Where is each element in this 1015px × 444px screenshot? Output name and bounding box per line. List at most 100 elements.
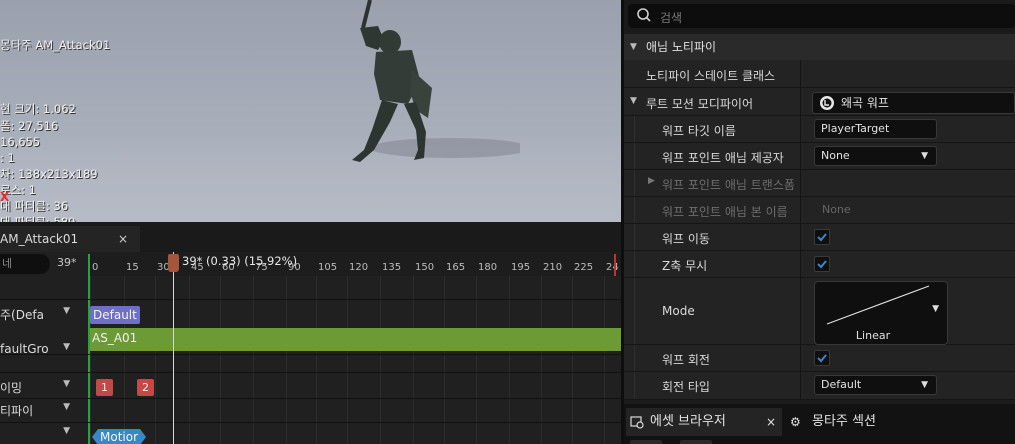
details-search-input[interactable]: 검색 — [628, 4, 1015, 28]
ruler-tick-label: 195 — [511, 262, 531, 273]
stat-line: 로스: 1 — [0, 182, 37, 197]
grid-column — [155, 276, 156, 444]
chevron-down-icon[interactable]: ▼ — [63, 306, 70, 316]
column-split[interactable] — [800, 60, 801, 87]
column-split[interactable] — [800, 116, 801, 142]
ruler-tick-label: 150 — [415, 262, 435, 273]
chevron-right-icon[interactable]: ▶ — [648, 176, 655, 186]
indent-guide — [634, 116, 635, 142]
indent-guide — [634, 224, 635, 250]
viewport-stats-overlay: 몽타주 AM_Attack01 현 크기: 1.062 폴: 27,516 16,6… — [0, 5, 110, 222]
stats-lines: 현 크기: 1.062 폴: 27,516 16,655: 1 차: 138x213x… — [0, 101, 110, 222]
grid-column — [253, 276, 254, 444]
chevron-down-icon[interactable]: ▼ — [63, 379, 70, 389]
timeline-body: 네 39* 0 15 30 45 60 75 90 105 120 135 150 165 180 195… — [0, 252, 621, 444]
ruler-tick-label: 0 — [92, 262, 99, 273]
combo-value: 왜곡 워프 — [841, 96, 889, 110]
column-split[interactable] — [800, 372, 801, 399]
chevron-down-icon[interactable]: ▼ — [630, 96, 637, 106]
rotation-type-combo[interactable]: Default ▼ — [814, 375, 937, 395]
column-split[interactable] — [800, 278, 801, 344]
tab-montage-sections[interactable]: ⚙ 몽타주 섹션 — [790, 408, 900, 436]
playhead-handle[interactable] — [168, 254, 179, 272]
grid-column — [380, 276, 381, 444]
tab-am-attack01[interactable]: AM_Attack01 × — [0, 226, 140, 252]
ruler-tick-label: 105 — [318, 262, 338, 273]
toolbar-button[interactable] — [630, 440, 662, 444]
playhead-label: 39* (0.33) (15.92%) — [182, 254, 298, 268]
row-warp-translation: 워프 이동 — [624, 224, 1015, 251]
mode-curve-combo[interactable]: Linear ▼ — [814, 281, 948, 345]
column-split[interactable] — [800, 88, 801, 115]
prop-label: 루트 모션 모디파이어 — [646, 97, 753, 111]
tab-close-icon[interactable]: × — [766, 408, 776, 436]
tab-label: 에셋 브라우저 — [650, 414, 726, 429]
column-split[interactable] — [800, 143, 801, 169]
unreal-class-icon — [820, 96, 834, 110]
animation-viewport[interactable]: 몽타주 AM_Attack01 현 크기: 1.062 폴: 27,516 16,6… — [0, 0, 621, 222]
playhead-line[interactable] — [173, 252, 174, 444]
slot-animation-segment[interactable]: AS_A01 — [90, 328, 621, 351]
root-motion-modifier-combo[interactable]: 왜곡 워프 — [812, 92, 1015, 114]
row-warp-rotation: 워프 회전 — [624, 345, 1015, 372]
grid-column — [286, 276, 287, 444]
column-split[interactable] — [800, 224, 801, 250]
row-mode: Mode Linear ▼ — [624, 278, 1015, 345]
row-warp-target-name: 워프 타깃 이름 PlayerTarget — [624, 116, 1015, 143]
combo-value: Default — [821, 378, 862, 391]
notify-marker-2[interactable]: 2 — [137, 379, 154, 396]
column-split[interactable] — [800, 345, 801, 371]
chevron-down-icon[interactable]: ▼ — [63, 342, 70, 352]
stat-line: 차: 138x213x189 — [0, 166, 98, 181]
toolbar-button[interactable] — [680, 440, 712, 444]
ignore-z-checkbox[interactable] — [814, 256, 830, 272]
row-rotation-type: 회전 타입 Default ▼ — [624, 372, 1015, 400]
category-anim-notify[interactable]: ▼ 애님 노티파이 — [624, 34, 1015, 60]
chevron-down-icon: ▼ — [921, 380, 928, 390]
grid-column — [90, 276, 91, 444]
row-separator — [0, 354, 621, 355]
motion-warping-notify-state[interactable]: Motior — [92, 429, 146, 444]
chevron-down-icon[interactable]: ▼ — [63, 402, 70, 412]
combo-value: Linear — [855, 329, 891, 342]
search-placeholder: 검색 — [660, 11, 683, 25]
stat-line: 16,655 — [0, 134, 41, 149]
prop-label: 워프 타깃 이름 — [662, 124, 736, 138]
warp-rotation-checkbox[interactable] — [814, 350, 830, 366]
stat-line: 대 파티클: 589 — [0, 214, 110, 222]
notify-marker-1[interactable]: 1 — [96, 379, 113, 396]
prop-label: Z축 무시 — [662, 259, 708, 273]
indent-guide — [634, 251, 635, 277]
ruler-tick-label: 135 — [382, 262, 402, 273]
tab-asset-browser[interactable]: 에셋 브라우저 × — [626, 408, 782, 436]
column-split[interactable] — [800, 170, 801, 196]
grid-column — [509, 276, 510, 444]
section-default-badge[interactable]: Default — [90, 306, 140, 324]
track-header[interactable]: 주(Defa ▼ — [0, 306, 84, 323]
current-frame-readout[interactable]: 39* — [57, 256, 77, 269]
chevron-down-icon: ▼ — [932, 304, 939, 314]
grid-column — [413, 276, 414, 444]
viewport-title: 몽타주 AM_Attack01 — [0, 38, 111, 53]
ruler-tick-label: 120 — [349, 262, 369, 273]
warp-translation-checkbox[interactable] — [814, 229, 830, 245]
checkmark-icon — [817, 354, 827, 363]
column-split[interactable] — [800, 251, 801, 277]
chevron-down-icon[interactable]: ▼ — [63, 426, 70, 436]
track-header[interactable]: 이밍 ▼ — [0, 379, 84, 396]
end-marker — [614, 254, 616, 276]
grid-column — [220, 276, 221, 444]
track-header[interactable]: 티파이 ▼ — [0, 402, 84, 419]
checkmark-icon — [817, 233, 827, 242]
warp-target-name-field[interactable]: PlayerTarget — [814, 119, 937, 139]
tab-close-icon[interactable]: × — [118, 226, 128, 252]
track-label: 이밍 — [0, 381, 23, 395]
prop-label: 워프 포인트 애님 제공자 — [662, 151, 784, 165]
warp-point-provider-combo[interactable]: None ▼ — [814, 146, 937, 166]
grid-column — [604, 276, 605, 444]
track-label: 주(Defa — [0, 308, 44, 322]
column-split[interactable] — [800, 197, 801, 223]
details-panel: 검색 ▼ 애님 노티파이 노티파이 스테이트 클래스 ▼ 루트 모션 모디파이어… — [624, 0, 1015, 404]
indent-guide — [634, 278, 635, 344]
track-search-input[interactable]: 네 — [0, 254, 50, 274]
